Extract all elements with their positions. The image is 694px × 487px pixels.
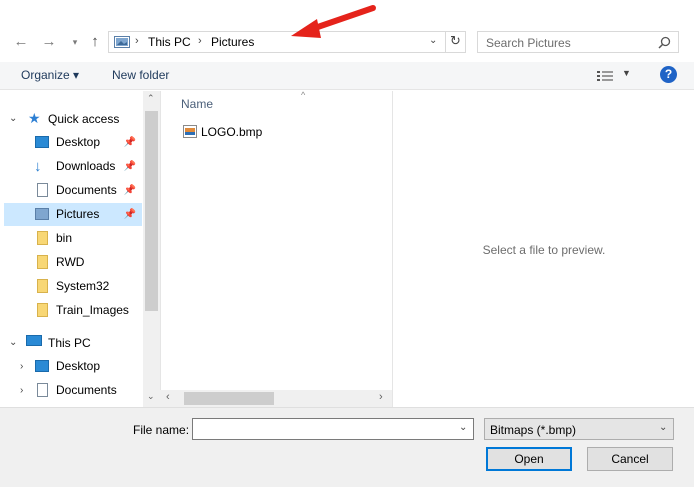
search-icon bbox=[658, 36, 671, 49]
sidebar-item-pc-documents[interactable]: Documents bbox=[4, 379, 142, 402]
back-button[interactable]: ← bbox=[12, 33, 30, 51]
breadcrumb-this-pc[interactable]: This PC bbox=[148, 35, 191, 49]
folder-icon bbox=[37, 255, 48, 269]
sidebar-item-label: bin bbox=[56, 231, 73, 245]
sidebar-item-system32[interactable]: System32 bbox=[4, 275, 142, 298]
folder-icon bbox=[37, 231, 48, 245]
sidebar-item-label: RWD bbox=[56, 255, 85, 269]
breadcrumb-separator[interactable]: › bbox=[135, 35, 139, 47]
star-icon: ★ bbox=[28, 110, 41, 126]
folder-icon bbox=[37, 279, 48, 293]
collapse-chevron-icon[interactable]: ⌄ bbox=[9, 337, 17, 348]
folder-icon bbox=[37, 303, 48, 317]
file-list-horizontal-scrollbar[interactable]: ‹ › bbox=[160, 390, 392, 407]
file-type-dropdown-icon: ⌄ bbox=[659, 422, 668, 433]
breadcrumb-separator[interactable]: › bbox=[198, 35, 202, 47]
nav-scrollbar[interactable]: ⌃ ⌄ bbox=[143, 91, 160, 407]
dialog-footer: File name: ⌄ Bitmaps (*.bmp) ⌄ Open Canc… bbox=[0, 407, 694, 487]
pin-icon: 📌 bbox=[123, 161, 136, 172]
quick-access-label[interactable]: Quick access bbox=[48, 112, 119, 126]
sidebar-item-train-images[interactable]: Train_Images bbox=[4, 299, 142, 322]
file-name-input[interactable]: ⌄ bbox=[192, 418, 474, 440]
sidebar-item-label: Documents bbox=[56, 383, 117, 397]
sidebar-item-label: Desktop bbox=[56, 359, 101, 373]
this-pc-label[interactable]: This PC bbox=[48, 336, 91, 350]
breadcrumb-pictures[interactable]: Pictures bbox=[211, 35, 254, 49]
command-bar: Organize ▾ New folder ▼ ? bbox=[0, 62, 694, 90]
desktop-icon bbox=[35, 360, 49, 372]
search-placeholder: Search Pictures bbox=[486, 36, 571, 50]
preview-pane: Select a file to preview. bbox=[392, 91, 694, 407]
desktop-icon bbox=[35, 136, 49, 148]
file-type-select[interactable]: Bitmaps (*.bmp) ⌄ bbox=[484, 418, 674, 440]
document-icon bbox=[37, 383, 48, 397]
download-arrow-icon: ↓ bbox=[34, 158, 42, 175]
collapse-chevron-icon[interactable]: ⌄ bbox=[9, 113, 17, 124]
pin-icon: 📌 bbox=[123, 209, 136, 220]
file-name-label: File name: bbox=[133, 423, 190, 437]
bitmap-file-icon bbox=[183, 125, 197, 138]
view-dropdown-icon[interactable]: ▼ bbox=[622, 68, 631, 78]
computer-icon bbox=[26, 335, 42, 346]
sidebar-item-label: System32 bbox=[56, 279, 110, 293]
scrollbar-thumb[interactable] bbox=[145, 111, 158, 311]
recent-locations-icon[interactable]: ▾ bbox=[66, 33, 84, 51]
sidebar-item-rwd[interactable]: RWD bbox=[4, 251, 142, 274]
column-header-name[interactable]: Name bbox=[181, 97, 213, 111]
pictures-icon bbox=[35, 208, 49, 220]
sidebar-item-documents[interactable]: Documents 📌 bbox=[4, 179, 142, 202]
forward-button[interactable]: → bbox=[40, 33, 58, 51]
scroll-left-icon[interactable]: ‹ bbox=[166, 391, 170, 403]
pin-icon: 📌 bbox=[123, 137, 136, 148]
file-list: ^ Name LOGO.bmp bbox=[160, 90, 392, 407]
navigation-pane: ⌄ ★ Quick access Desktop 📌 ↓ Downloads 📌… bbox=[0, 91, 160, 407]
refresh-icon: ↻ bbox=[450, 33, 461, 48]
file-name: LOGO.bmp bbox=[201, 125, 263, 139]
sidebar-item-downloads[interactable]: ↓ Downloads 📌 bbox=[4, 155, 142, 178]
sidebar-item-pc-desktop[interactable]: Desktop bbox=[4, 355, 142, 378]
cancel-button[interactable]: Cancel bbox=[587, 447, 673, 471]
address-dropdown-icon[interactable]: ⌄ bbox=[429, 35, 437, 46]
refresh-button[interactable]: ↻ bbox=[445, 31, 465, 53]
sidebar-item-label: Downloads bbox=[56, 159, 116, 173]
help-icon[interactable]: ? bbox=[660, 66, 677, 83]
sidebar-item-label: Train_Images bbox=[56, 303, 129, 317]
up-button[interactable]: ↑ bbox=[86, 33, 104, 51]
sort-ascending-icon: ^ bbox=[301, 90, 306, 100]
scroll-down-icon[interactable]: ⌄ bbox=[147, 391, 155, 402]
file-item[interactable]: LOGO.bmp bbox=[179, 122, 299, 142]
scroll-right-icon[interactable]: › bbox=[379, 391, 383, 403]
sidebar-item-label: Pictures bbox=[56, 207, 100, 221]
file-type-value: Bitmaps (*.bmp) bbox=[490, 423, 577, 437]
sidebar-item-label: Documents bbox=[56, 183, 117, 197]
organize-button[interactable]: Organize ▾ bbox=[21, 68, 79, 82]
sidebar-item-desktop[interactable]: Desktop 📌 bbox=[4, 131, 142, 154]
sidebar-item-label: Desktop bbox=[56, 135, 101, 149]
open-button[interactable]: Open bbox=[486, 447, 572, 471]
pin-icon: 📌 bbox=[123, 185, 136, 196]
document-icon bbox=[37, 183, 48, 197]
view-options-icon[interactable] bbox=[597, 70, 613, 82]
red-arrow-annotation bbox=[291, 5, 376, 38]
sidebar-item-bin[interactable]: bin bbox=[4, 227, 142, 250]
preview-message: Select a file to preview. bbox=[482, 243, 606, 257]
scrollbar-thumb[interactable] bbox=[184, 392, 274, 405]
sidebar-item-pictures[interactable]: Pictures 📌 bbox=[4, 203, 142, 226]
search-input[interactable]: Search Pictures bbox=[477, 31, 679, 53]
new-folder-button[interactable]: New folder bbox=[112, 68, 169, 82]
file-name-dropdown-icon[interactable]: ⌄ bbox=[459, 422, 467, 433]
pictures-folder-icon bbox=[114, 36, 130, 48]
scroll-up-icon[interactable]: ⌃ bbox=[147, 93, 155, 104]
